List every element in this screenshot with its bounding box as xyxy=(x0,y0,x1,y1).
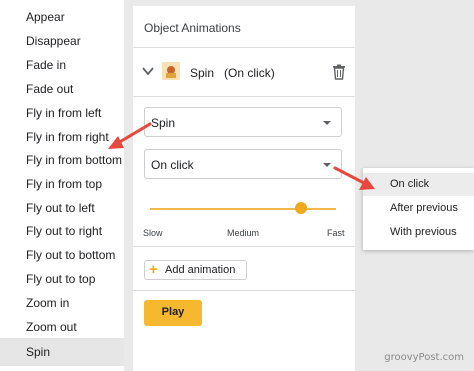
add-animation-label: Add animation xyxy=(165,264,236,276)
list-item-disappear[interactable]: Disappear xyxy=(0,29,124,53)
object-animations-panel: Object Animations Spin (On click) Spin O… xyxy=(133,6,355,371)
speed-slider-thumb[interactable] xyxy=(294,202,307,214)
add-animation-button[interactable]: + Add animation xyxy=(144,260,247,280)
list-item-spin[interactable]: Spin xyxy=(0,338,124,366)
trigger-dropdown-menu: On click After previous With previous xyxy=(363,168,474,250)
panel-title: Object Animations xyxy=(144,21,241,35)
list-item-zoom-out[interactable]: Zoom out xyxy=(0,315,124,339)
divider xyxy=(133,290,355,291)
list-item-fade-out[interactable]: Fade out xyxy=(0,77,124,101)
list-item-fade-in[interactable]: Fade in xyxy=(0,53,124,77)
animation-type-value: Spin xyxy=(151,116,176,130)
menu-item-on-click[interactable]: On click xyxy=(363,173,474,196)
chevron-down-icon[interactable] xyxy=(141,64,155,78)
list-item-appear[interactable]: Appear xyxy=(0,5,124,29)
list-item-zoom-in[interactable]: Zoom in xyxy=(0,291,124,315)
animation-type-select[interactable]: Spin xyxy=(144,107,342,137)
play-button[interactable]: Play xyxy=(144,300,202,326)
image-thumbnail-icon xyxy=(162,62,180,80)
caret-down-icon xyxy=(323,163,331,167)
slider-tick-fast: Fast xyxy=(327,228,345,238)
trigger-value: On click xyxy=(151,158,194,172)
trash-icon[interactable] xyxy=(332,64,346,80)
animation-type-list: Appear Disappear Fade in Fade out Fly in… xyxy=(0,0,124,371)
list-item-fly-in-from-bottom[interactable]: Fly in from bottom xyxy=(0,148,124,172)
list-item-fly-in-from-right[interactable]: Fly in from right xyxy=(0,125,124,149)
menu-item-after-previous[interactable]: After previous xyxy=(363,197,474,220)
play-label: Play xyxy=(161,306,185,318)
divider xyxy=(133,96,355,97)
list-item-fly-out-to-bottom[interactable]: Fly out to bottom xyxy=(0,243,124,267)
list-item-fly-in-from-left[interactable]: Fly in from left xyxy=(0,101,124,125)
divider xyxy=(133,47,355,48)
menu-item-with-previous[interactable]: With previous xyxy=(363,221,474,244)
list-item-fly-in-from-top[interactable]: Fly in from top xyxy=(0,172,124,196)
slider-tick-slow: Slow xyxy=(143,228,163,238)
caret-down-icon xyxy=(323,121,331,125)
speed-slider-track[interactable] xyxy=(150,208,336,210)
slider-tick-medium: Medium xyxy=(227,228,260,238)
plus-icon: + xyxy=(149,261,158,278)
list-item-fly-out-to-left[interactable]: Fly out to left xyxy=(0,196,124,220)
watermark: groovyPost.com xyxy=(384,352,464,363)
trigger-select[interactable]: On click xyxy=(144,149,342,179)
list-item-fly-out-to-top[interactable]: Fly out to top xyxy=(0,267,124,291)
divider xyxy=(133,246,355,247)
animation-row-label[interactable]: Spin (On click) xyxy=(190,66,275,80)
list-item-fly-out-to-right[interactable]: Fly out to right xyxy=(0,219,124,243)
